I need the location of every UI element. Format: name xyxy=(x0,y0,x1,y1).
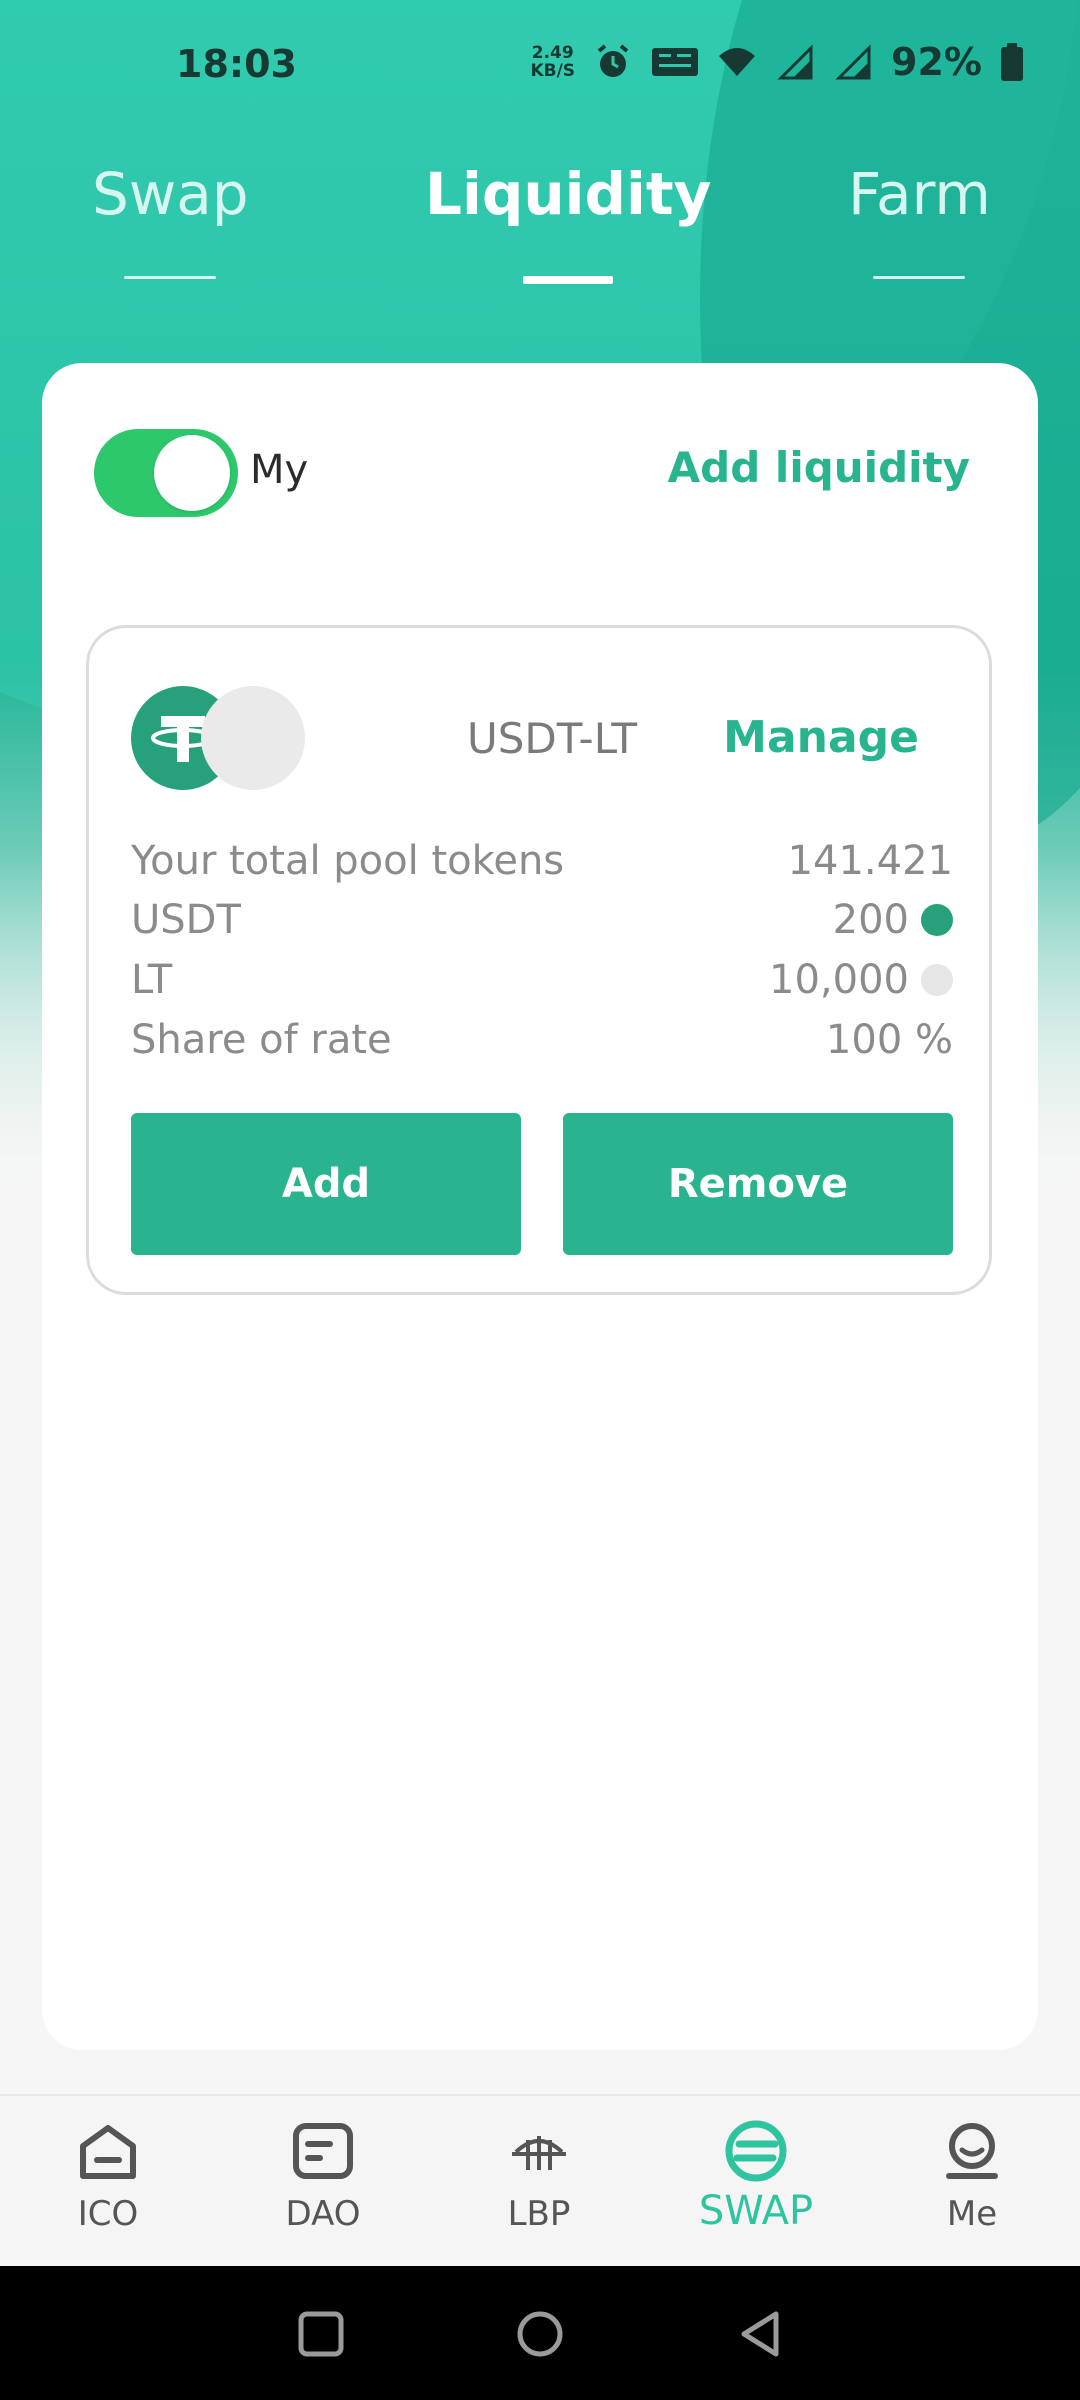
signal-4g-icon xyxy=(835,44,871,80)
add-liquidity-link[interactable]: Add liquidity xyxy=(668,443,970,492)
recents-icon[interactable] xyxy=(291,2304,351,2364)
pool-row-usdt: USDT 200 xyxy=(131,897,953,957)
battery-percent: 92% xyxy=(891,40,982,84)
row-value: 100 % xyxy=(826,1017,953,1063)
lt-coin-icon xyxy=(201,686,305,790)
nav-label: LBP xyxy=(507,2194,571,2234)
manage-button[interactable]: Manage xyxy=(723,712,919,763)
tab-underline xyxy=(873,276,966,279)
swap-icon xyxy=(725,2120,787,2182)
pool-row-lt: LT 10,000 xyxy=(131,957,953,1017)
row-value: 10,000 xyxy=(769,957,953,1003)
nav-label: DAO xyxy=(285,2194,361,2234)
pool-pair-name: USDT-LT xyxy=(467,714,637,763)
usdt-coin-icon xyxy=(921,904,953,936)
nav-item-me[interactable]: Me xyxy=(902,2116,1042,2234)
tab-label: Swap xyxy=(92,160,249,228)
home-icon xyxy=(80,2125,136,2179)
tab-swap[interactable]: Swap xyxy=(92,160,249,279)
pair-icons xyxy=(131,686,311,790)
network-speed-unit: KB/S xyxy=(530,61,576,81)
battery-icon xyxy=(1001,43,1023,81)
toggle-label: My xyxy=(250,447,309,493)
back-icon[interactable] xyxy=(730,2304,790,2364)
row-value: 200 xyxy=(833,897,953,943)
nav-item-ico[interactable]: ICO xyxy=(38,2116,178,2234)
bottom-navigation: ICO DAO LBP SWAP Me xyxy=(0,2094,1080,2268)
lt-coin-icon xyxy=(921,964,953,996)
nav-item-dao[interactable]: DAO xyxy=(253,2116,393,2234)
add-button[interactable]: Add xyxy=(131,1113,521,1255)
status-time: 18:03 xyxy=(176,42,297,86)
nav-label: SWAP xyxy=(698,2188,814,2234)
tab-liquidity[interactable]: Liquidity xyxy=(425,160,712,284)
tab-underline xyxy=(124,276,217,279)
nav-label: ICO xyxy=(77,2194,139,2234)
tab-label: Liquidity xyxy=(425,160,712,228)
row-label: Share of rate xyxy=(131,1017,392,1063)
row-value-text: 10,000 xyxy=(769,957,909,1003)
liquidity-card: My Add liquidity USDT-LT Manage Your tot… xyxy=(42,363,1038,2050)
row-label: LT xyxy=(131,957,173,1003)
remove-button[interactable]: Remove xyxy=(563,1113,953,1255)
wifi-icon xyxy=(719,48,756,76)
row-value-text: 200 xyxy=(832,897,909,943)
system-navigation-bar xyxy=(0,2266,1080,2400)
signal-4g-icon xyxy=(777,44,813,80)
row-value-text: 141.421 xyxy=(787,838,953,884)
toggle-knob xyxy=(154,435,230,511)
tab-farm[interactable]: Farm xyxy=(848,160,991,279)
home-button-icon[interactable] xyxy=(510,2304,570,2364)
network-speed-value: 2.49 xyxy=(531,43,574,63)
row-label: Your total pool tokens xyxy=(131,838,565,884)
row-label: USDT xyxy=(131,897,241,943)
nav-label: Me xyxy=(946,2194,998,2234)
tab-underline-active xyxy=(523,276,614,284)
profile-icon xyxy=(946,2123,998,2179)
nav-item-swap[interactable]: SWAP xyxy=(686,2116,826,2234)
document-icon xyxy=(293,2123,353,2179)
network-speed: 2.49 KB/S xyxy=(530,44,575,80)
row-value: 141.421 xyxy=(788,838,953,884)
alarm-icon xyxy=(597,44,629,77)
status-icons: 2.49 KB/S 92% xyxy=(530,40,1024,84)
pool-row-share: Share of rate 100 % xyxy=(131,1017,953,1077)
volte-icon xyxy=(652,48,699,76)
row-value-text: 100 % xyxy=(825,1017,953,1063)
status-bar: 18:03 2.49 KB/S 92% xyxy=(0,0,1080,136)
tab-bar: Swap Liquidity Farm xyxy=(0,160,1080,284)
my-liquidity-toggle[interactable] xyxy=(94,429,238,517)
nav-item-lbp[interactable]: LBP xyxy=(469,2116,609,2234)
bridge-icon xyxy=(512,2136,566,2170)
tab-label: Farm xyxy=(848,160,991,228)
pool-position-card: USDT-LT Manage Your total pool tokens 14… xyxy=(86,625,992,1295)
pool-row-total-tokens: Your total pool tokens 141.421 xyxy=(131,838,953,898)
